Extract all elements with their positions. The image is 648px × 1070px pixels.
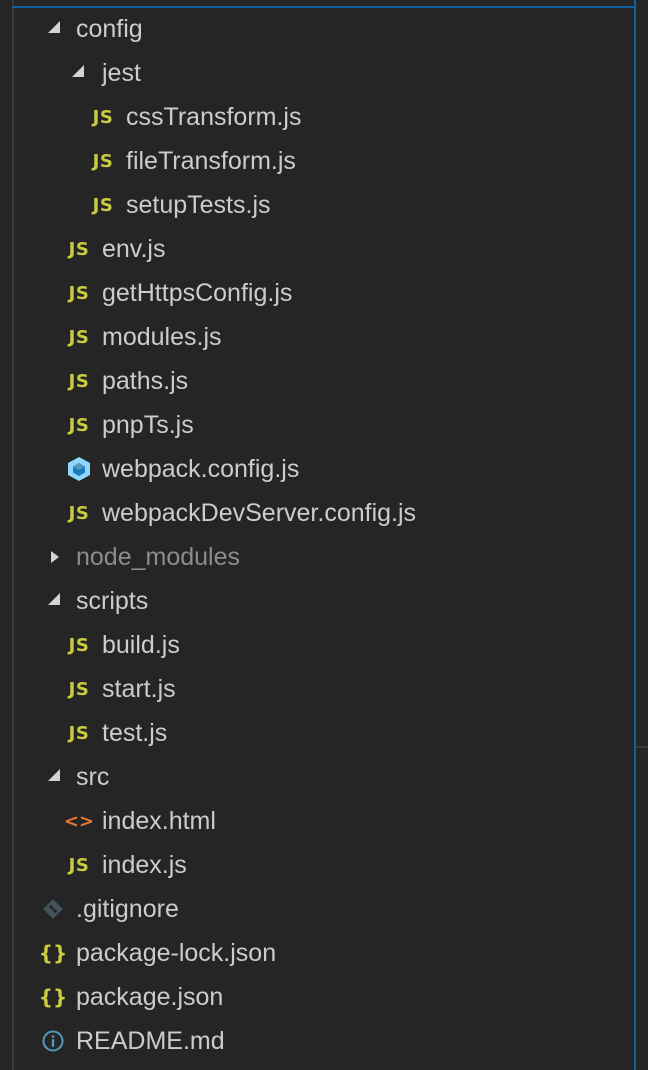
javascript-file-icon: JS bbox=[68, 634, 90, 656]
javascript-file-icon: JS bbox=[68, 678, 90, 700]
file-label: getHttpsConfig.js bbox=[102, 279, 293, 307]
tree-folder-jest[interactable]: jest bbox=[0, 51, 634, 95]
file-label: webpackDevServer.config.js bbox=[102, 499, 417, 527]
file-label: webpack.config.js bbox=[102, 455, 300, 483]
chevron-down-icon bbox=[46, 579, 64, 623]
javascript-file-icon: JS bbox=[68, 370, 90, 392]
tree-file-package-json[interactable]: {} package.json bbox=[0, 975, 634, 1019]
tree-file-build[interactable]: JS build.js bbox=[0, 623, 634, 667]
javascript-file-icon: JS bbox=[68, 414, 90, 436]
file-label: setupTests.js bbox=[126, 191, 271, 219]
javascript-file-icon: JS bbox=[92, 194, 114, 216]
tree-file-index-js[interactable]: JS index.js bbox=[0, 843, 634, 887]
tree-file-paths[interactable]: JS paths.js bbox=[0, 359, 634, 403]
file-label: package-lock.json bbox=[76, 939, 277, 967]
javascript-file-icon: JS bbox=[68, 282, 90, 304]
javascript-file-icon: JS bbox=[92, 150, 114, 172]
file-label: modules.js bbox=[102, 323, 222, 351]
tree-file-pnpts[interactable]: JS pnpTs.js bbox=[0, 403, 634, 447]
tree-file-webpack-config[interactable]: webpack.config.js bbox=[0, 447, 634, 491]
tree-file-start[interactable]: JS start.js bbox=[0, 667, 634, 711]
file-label: pnpTs.js bbox=[102, 411, 194, 439]
tree-file-filetransform[interactable]: JS fileTransform.js bbox=[0, 139, 634, 183]
tree-file-csstransform[interactable]: JS cssTransform.js bbox=[0, 95, 634, 139]
tree-file-gitignore[interactable]: .gitignore bbox=[0, 887, 634, 931]
tree-file-modules[interactable]: JS modules.js bbox=[0, 315, 634, 359]
tree-file-index-html[interactable]: <> index.html bbox=[0, 799, 634, 843]
focus-border-right bbox=[634, 0, 636, 1070]
git-icon bbox=[40, 887, 66, 931]
tree-folder-src[interactable]: src bbox=[0, 755, 634, 799]
file-tree: config jest JS cssTransform.js JS fileTr… bbox=[0, 7, 634, 1063]
file-label: build.js bbox=[102, 631, 180, 659]
tree-file-setuptests[interactable]: JS setupTests.js bbox=[0, 183, 634, 227]
json-file-icon: {} bbox=[38, 985, 68, 1009]
file-label: index.js bbox=[102, 851, 187, 879]
javascript-file-icon: JS bbox=[68, 326, 90, 348]
chevron-right-icon bbox=[46, 535, 64, 579]
folder-label: config bbox=[76, 15, 143, 43]
tree-file-test[interactable]: JS test.js bbox=[0, 711, 634, 755]
html-file-icon: <> bbox=[63, 810, 95, 832]
file-label: README.md bbox=[76, 1027, 225, 1055]
tree-file-package-lock-json[interactable]: {} package-lock.json bbox=[0, 931, 634, 975]
file-label: package.json bbox=[76, 983, 224, 1011]
file-label: .gitignore bbox=[76, 895, 179, 923]
chevron-down-icon bbox=[70, 51, 88, 95]
tree-file-env[interactable]: JS env.js bbox=[0, 227, 634, 271]
info-icon bbox=[40, 1019, 66, 1063]
file-explorer: config jest JS cssTransform.js JS fileTr… bbox=[0, 0, 648, 1070]
folder-label: node_modules bbox=[76, 543, 241, 571]
javascript-file-icon: JS bbox=[68, 722, 90, 744]
javascript-file-icon: JS bbox=[92, 106, 114, 128]
file-label: index.html bbox=[102, 807, 216, 835]
file-label: cssTransform.js bbox=[126, 103, 302, 131]
json-file-icon: {} bbox=[38, 941, 68, 965]
tree-file-gethttpsconfig[interactable]: JS getHttpsConfig.js bbox=[0, 271, 634, 315]
tree-folder-config[interactable]: config bbox=[0, 7, 634, 51]
javascript-file-icon: JS bbox=[68, 238, 90, 260]
javascript-file-icon: JS bbox=[68, 854, 90, 876]
tree-file-readme[interactable]: README.md bbox=[0, 1019, 634, 1063]
webpack-cube-icon bbox=[66, 447, 92, 491]
tree-folder-node-modules[interactable]: node_modules bbox=[0, 535, 634, 579]
chevron-down-icon bbox=[46, 755, 64, 799]
javascript-file-icon: JS bbox=[68, 502, 90, 524]
folder-label: src bbox=[76, 763, 110, 791]
divider bbox=[636, 746, 648, 748]
file-label: paths.js bbox=[102, 367, 189, 395]
file-label: env.js bbox=[102, 235, 166, 263]
file-label: start.js bbox=[102, 675, 176, 703]
folder-label: scripts bbox=[76, 587, 149, 615]
file-label: test.js bbox=[102, 719, 168, 747]
chevron-down-icon bbox=[46, 7, 64, 51]
tree-file-webpackdevserver-config[interactable]: JS webpackDevServer.config.js bbox=[0, 491, 634, 535]
tree-folder-scripts[interactable]: scripts bbox=[0, 579, 634, 623]
folder-label: jest bbox=[102, 59, 141, 87]
file-label: fileTransform.js bbox=[126, 147, 296, 175]
